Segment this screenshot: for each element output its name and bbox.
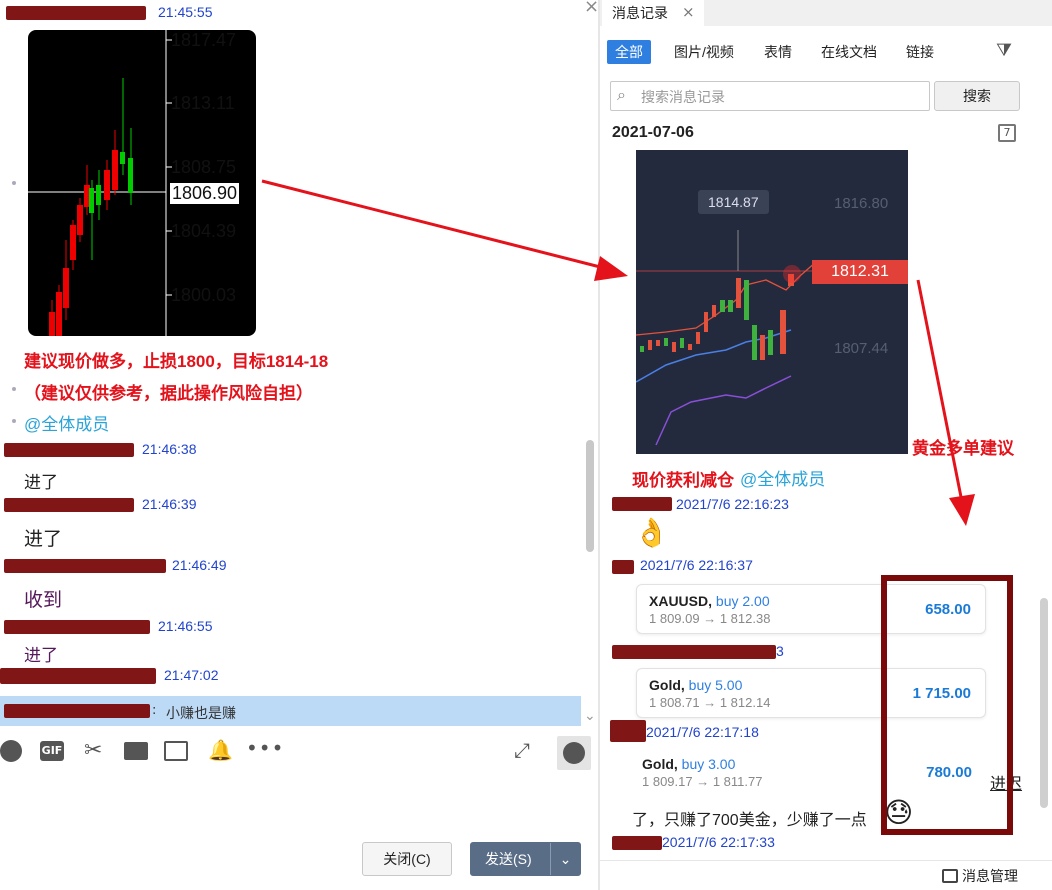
annotation-arrows <box>261 179 975 526</box>
